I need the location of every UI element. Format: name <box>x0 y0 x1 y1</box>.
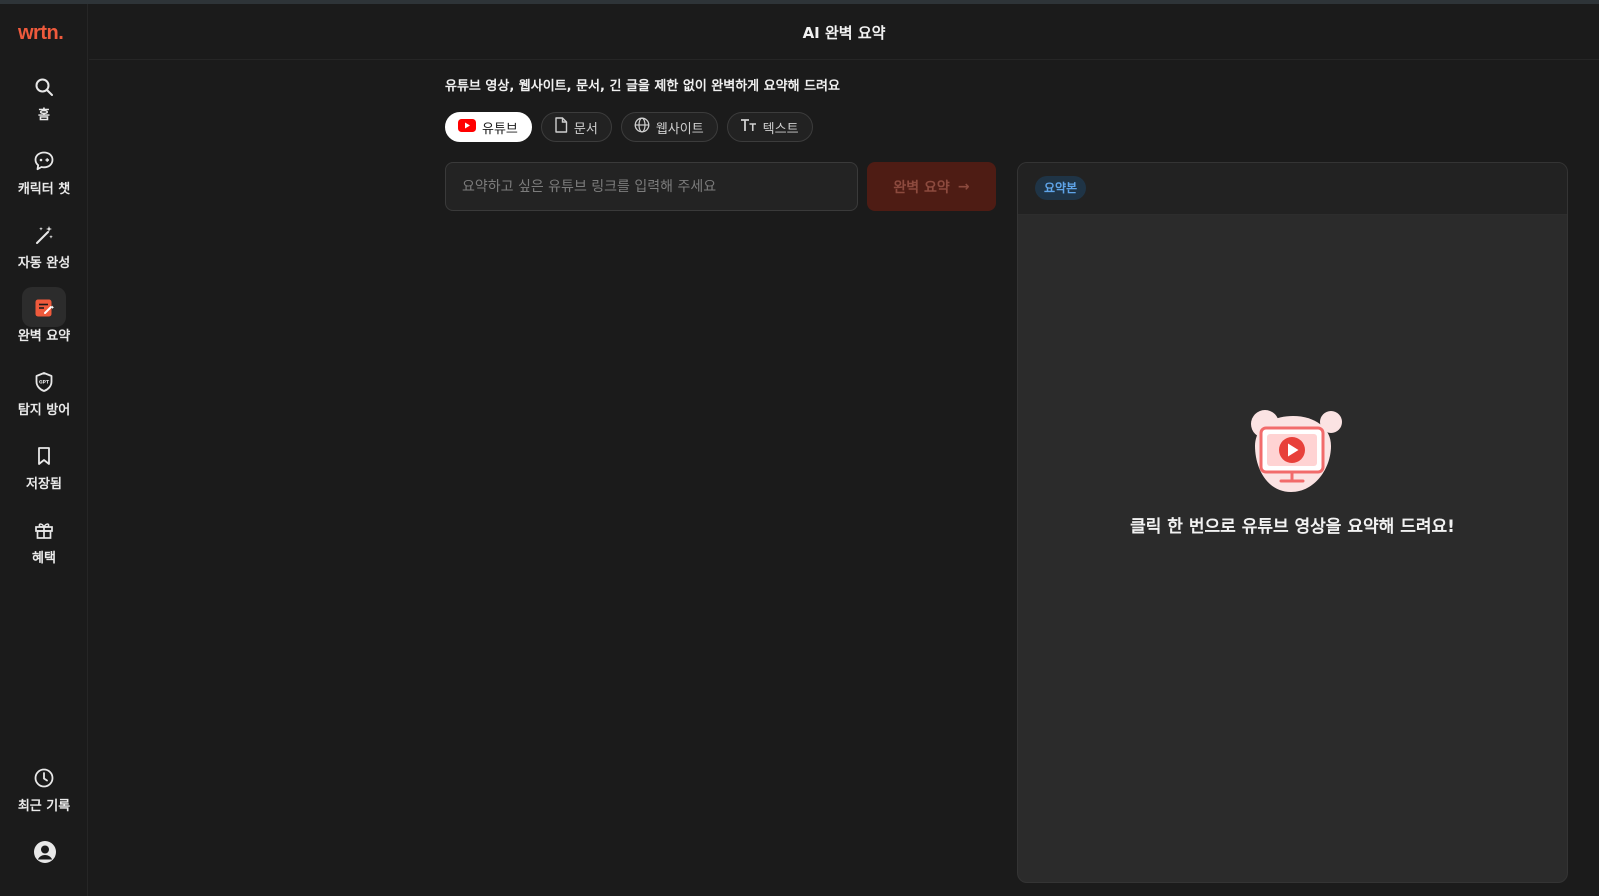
sidebar-item-recent-history[interactable]: 최근 기록 <box>0 757 88 821</box>
summary-panel-header: 요약본 <box>1018 163 1567 215</box>
tab-label: 웹사이트 <box>655 121 704 137</box>
chat-bubble-icon <box>22 140 66 180</box>
page-subtitle: 유튜브 영상, 웹사이트, 문서, 긴 글을 제한 없이 완벽하게 요약해 드려… <box>445 79 840 94</box>
clock-icon <box>22 757 66 797</box>
summary-empty-message: 클릭 한 번으로 유튜브 영상을 요약해 드려요! <box>1130 517 1455 537</box>
sidebar-item-autocomplete[interactable]: 자동 완성 <box>0 214 88 278</box>
summary-doc-icon <box>22 287 66 327</box>
bookmark-icon <box>22 435 66 475</box>
sidebar-item-home[interactable]: 홈 <box>0 66 88 130</box>
sidebar: wrtn. 홈 캐릭터 챗 자동 완성 완벽 요약 GPT 탐지 방어 저장됨 … <box>0 4 88 896</box>
tab-website[interactable]: 웹사이트 <box>620 112 718 142</box>
page-title: AI 완벽 요약 <box>802 24 886 42</box>
summarize-button-label: 완벽 요약 <box>893 179 950 196</box>
sidebar-item-label: 자동 완성 <box>17 256 71 271</box>
user-avatar-icon <box>22 830 66 870</box>
sidebar-item-character-chat[interactable]: 캐릭터 챗 <box>0 140 88 204</box>
sidebar-item-detection-defense[interactable]: GPT 탐지 방어 <box>0 361 88 425</box>
sidebar-item-label: 탐지 방어 <box>17 403 71 418</box>
svg-text:GPT: GPT <box>39 380 50 386</box>
search-icon <box>22 66 66 106</box>
gift-icon <box>22 509 66 549</box>
summary-panel: 요약본 클릭 한 번으로 유튜브 영상을 요약해 드려요! <box>1017 162 1568 883</box>
tab-text[interactable]: 텍스트 <box>726 112 813 142</box>
tab-label: 유튜브 <box>482 121 518 137</box>
text-icon <box>740 118 757 136</box>
globe-icon <box>634 117 650 137</box>
tab-youtube[interactable]: 유튜브 <box>445 112 532 142</box>
page-header: AI 완벽 요약 <box>89 4 1599 60</box>
sidebar-item-summary[interactable]: 완벽 요약 <box>0 287 88 351</box>
summarize-button[interactable]: 완벽 요약 → <box>867 162 996 211</box>
sidebar-item-label: 캐릭터 챗 <box>17 182 71 197</box>
sidebar-item-label: 홈 <box>38 108 50 123</box>
tab-label: 문서 <box>573 121 598 137</box>
tab-label: 텍스트 <box>762 121 799 137</box>
document-icon <box>554 117 568 137</box>
sidebar-item-label: 완벽 요약 <box>17 329 71 344</box>
youtube-monitor-illustration-icon <box>1247 406 1343 502</box>
magic-wand-icon <box>22 214 66 254</box>
sidebar-item-label: 최근 기록 <box>17 799 71 814</box>
source-tabs: 유튜브 문서 웹사이트 텍스트 <box>445 112 813 142</box>
tab-document[interactable]: 문서 <box>540 112 612 142</box>
sidebar-item-label: 혜택 <box>32 551 56 566</box>
gpt-shield-icon: GPT <box>22 361 66 401</box>
sidebar-item-label: 저장됨 <box>26 477 62 492</box>
youtube-link-input[interactable] <box>445 162 858 211</box>
sidebar-item-benefits[interactable]: 혜택 <box>0 509 88 573</box>
youtube-icon <box>458 118 476 136</box>
wrtn-logo[interactable]: wrtn. <box>18 22 64 45</box>
summary-badge: 요약본 <box>1035 176 1087 200</box>
sidebar-item-profile[interactable] <box>0 830 88 874</box>
arrow-right-icon: → <box>957 178 970 195</box>
sidebar-item-saved[interactable]: 저장됨 <box>0 435 88 499</box>
